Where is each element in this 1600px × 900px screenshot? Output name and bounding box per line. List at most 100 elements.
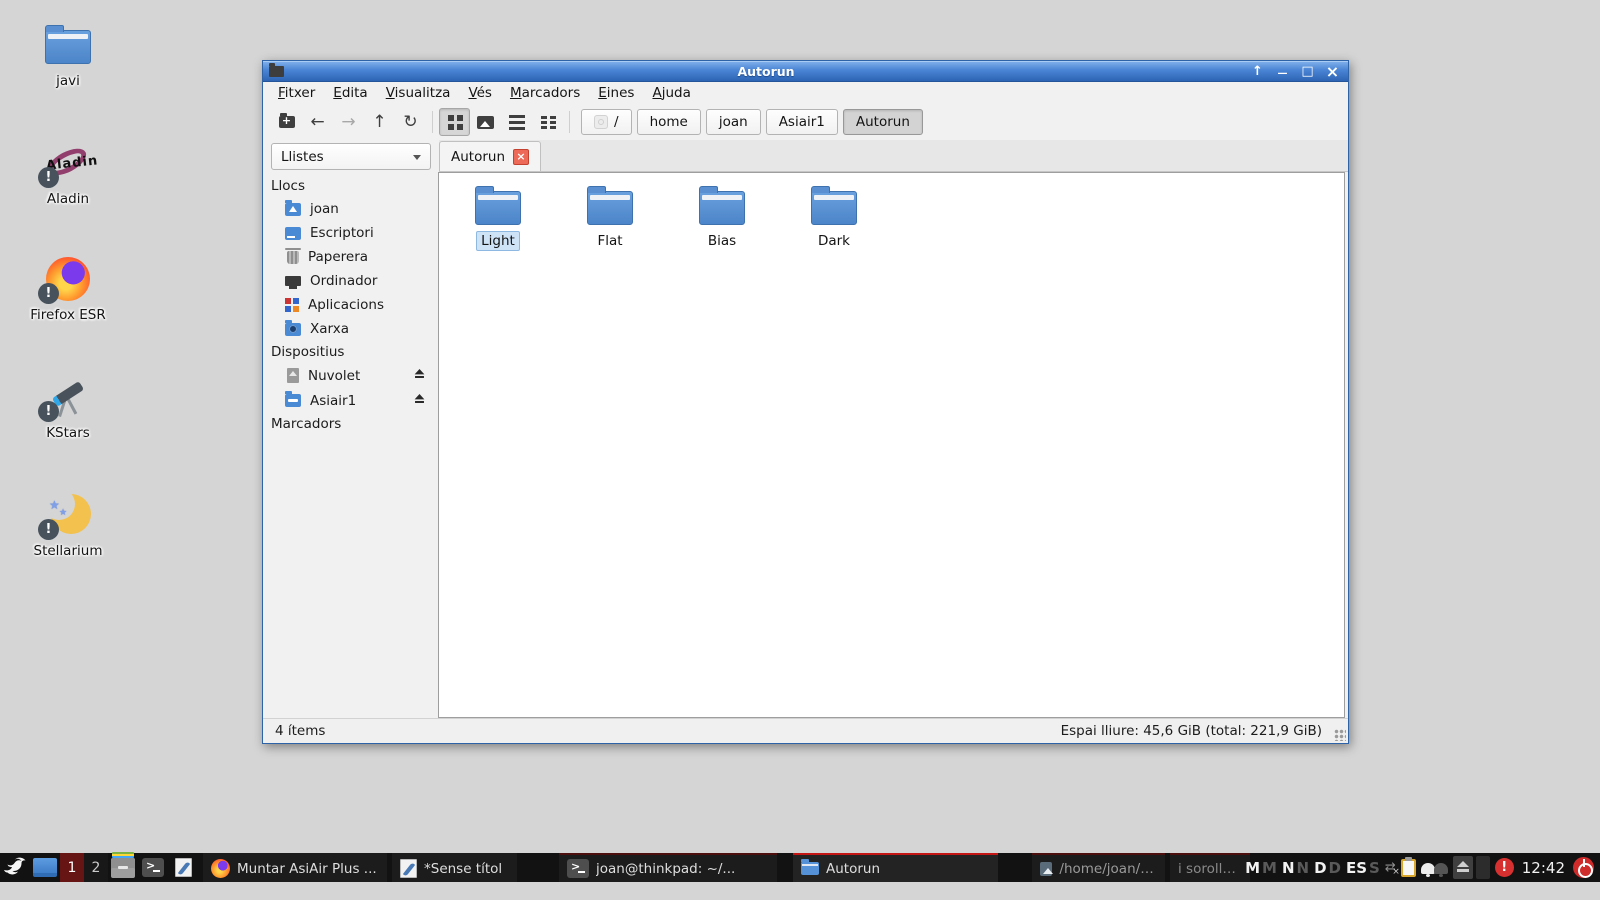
notification-bell-icon[interactable] <box>1421 863 1435 874</box>
desktop-icon-stellarium[interactable]: ! Stellarium <box>16 492 120 559</box>
file-label: Dark <box>813 231 855 251</box>
toolbar-separator <box>432 111 433 133</box>
folder-icon <box>811 186 857 226</box>
desktop-icon-javi[interactable]: javi <box>16 22 120 89</box>
tab-autorun[interactable]: Autorun <box>439 141 541 171</box>
desktop-icon-kstars[interactable]: ! KStars <box>16 374 120 441</box>
eject-button[interactable] <box>413 392 426 409</box>
file-item-light[interactable]: Light <box>453 186 543 251</box>
text-editor-launcher[interactable] <box>168 853 198 882</box>
file-view[interactable]: Light Flat Bias Dark <box>438 172 1345 718</box>
grid-view-icon <box>448 115 454 121</box>
tray-indicator-m[interactable]: M <box>1245 859 1260 877</box>
breadcrumb-root[interactable]: / <box>581 109 632 135</box>
maximize-button[interactable] <box>1296 63 1319 80</box>
notification-bell-ghost-icon <box>1434 863 1448 874</box>
aladin-icon: Aladin ! <box>43 140 93 186</box>
desktop-icon <box>285 227 301 240</box>
sidebar-item-xarxa[interactable]: Xarxa <box>263 317 438 341</box>
refresh-button[interactable] <box>395 108 426 136</box>
menu-ves[interactable]: Vés <box>459 83 501 103</box>
tray-indicator-n[interactable]: N <box>1282 859 1295 877</box>
task-image-viewer[interactable]: /home/joan/Docum... <box>1032 853 1165 882</box>
thumbnail-view-button[interactable] <box>470 108 501 136</box>
menu-visualitza[interactable]: Visualitza <box>377 83 460 103</box>
removable-media-tray-icon[interactable] <box>1453 856 1473 879</box>
close-button[interactable] <box>1321 63 1344 80</box>
input-switch-icon[interactable] <box>1385 860 1396 875</box>
window-title: Autorun <box>288 64 1244 79</box>
terminal-launcher[interactable] <box>138 853 168 882</box>
desktop-icon-label: Firefox ESR <box>16 307 120 323</box>
eject-button[interactable] <box>413 367 426 384</box>
up-button[interactable] <box>364 108 395 136</box>
menu-marcadors[interactable]: Marcadors <box>501 83 589 103</box>
icon-view-button[interactable] <box>439 108 470 136</box>
sidebar-item-paperera[interactable]: Paperera <box>263 245 438 269</box>
sidebar-item-aplicacions[interactable]: Aplicacions <box>263 293 438 317</box>
menu-ajuda[interactable]: Ajuda <box>643 83 699 103</box>
task-list: Muntar AsiAir Plus ... *Sense títol joan… <box>198 853 1250 882</box>
keyboard-layout-indicator[interactable]: ES <box>1346 859 1367 877</box>
back-button[interactable] <box>302 108 333 136</box>
menu-fitxer[interactable]: Fitxer <box>269 83 324 103</box>
task-terminal[interactable]: joan@thinkpad: ~/... <box>559 853 777 882</box>
breadcrumb-autorun[interactable]: Autorun <box>843 109 923 135</box>
file-item-dark[interactable]: Dark <box>789 186 879 251</box>
tray-indicator-d[interactable]: D <box>1314 859 1326 877</box>
breadcrumb-joan[interactable]: joan <box>706 109 761 135</box>
workspace-2[interactable]: 2 <box>84 853 108 882</box>
file-item-bias[interactable]: Bias <box>677 186 767 251</box>
minimize-button[interactable] <box>1271 63 1294 80</box>
titlebar[interactable]: Autorun <box>263 61 1348 82</box>
sidebar-header-bookmarks: Marcadors <box>263 413 438 435</box>
app-menu-button[interactable] <box>0 853 30 882</box>
shade-button[interactable] <box>1246 63 1269 80</box>
resize-grip[interactable] <box>1334 729 1346 741</box>
breadcrumb-asiair1[interactable]: Asiair1 <box>766 109 838 135</box>
sidebar-header-places: Llocs <box>263 175 438 197</box>
task-muntar-asiair[interactable]: Muntar AsiAir Plus ... <box>203 853 387 882</box>
drive-icon <box>287 368 299 383</box>
sidebar: Llocs joan Escriptori Paperera Ordinador… <box>263 172 438 718</box>
desktop-icon-label: KStars <box>16 425 120 441</box>
forward-button[interactable] <box>333 108 364 136</box>
alert-badge-icon[interactable] <box>1495 858 1514 877</box>
network-icon <box>285 323 301 336</box>
file-item-flat[interactable]: Flat <box>565 186 655 251</box>
compact-view-button[interactable] <box>532 108 563 136</box>
power-button-icon[interactable] <box>1573 857 1594 878</box>
sidebar-item-joan[interactable]: joan <box>263 197 438 221</box>
menu-edita[interactable]: Edita <box>324 83 376 103</box>
menu-eines[interactable]: Eines <box>589 83 643 103</box>
new-tab-icon <box>279 116 295 128</box>
clock[interactable]: 12:42 <box>1522 859 1565 877</box>
breadcrumb-home[interactable]: home <box>637 109 701 135</box>
task-autorun-active[interactable]: Autorun <box>793 853 998 882</box>
file-manager-launcher[interactable] <box>108 853 138 882</box>
tray-indicator-d-ghost: D <box>1329 859 1341 877</box>
show-desktop-button[interactable] <box>30 853 60 882</box>
tab-close-icon[interactable] <box>513 149 529 165</box>
file-cabinet-icon <box>111 858 135 878</box>
launcher-warning-badge: ! <box>38 401 59 422</box>
new-tab-button[interactable] <box>271 108 302 136</box>
breadcrumb-label: joan <box>719 114 748 130</box>
task-sense-titol[interactable]: *Sense títol <box>392 853 517 882</box>
workspace-1[interactable]: 1 <box>60 853 84 882</box>
sidebar-item-ordinador[interactable]: Ordinador <box>263 269 438 293</box>
sidebar-item-escriptori[interactable]: Escriptori <box>263 221 438 245</box>
clipboard-icon[interactable] <box>1401 859 1416 877</box>
terminal-icon <box>142 858 164 877</box>
tab-row: Llistes Autorun <box>263 140 1348 172</box>
task-sorollet[interactable]: i sorollet... <box>1170 853 1250 882</box>
sidebar-item-asiair1[interactable]: Asiair1 <box>263 388 438 413</box>
desktop-icon-label: javi <box>16 73 120 89</box>
desktop-icon-firefox-esr[interactable]: ! Firefox ESR <box>16 256 120 323</box>
sidebar-item-label: Asiair1 <box>310 393 356 409</box>
sidebar-mode-select[interactable]: Llistes <box>271 143 431 170</box>
desktop-icon-aladin[interactable]: Aladin ! Aladin <box>16 140 120 207</box>
launcher-warning-badge: ! <box>38 283 59 304</box>
sidebar-item-nuvolet[interactable]: Nuvolet <box>263 363 438 388</box>
list-view-button[interactable] <box>501 108 532 136</box>
